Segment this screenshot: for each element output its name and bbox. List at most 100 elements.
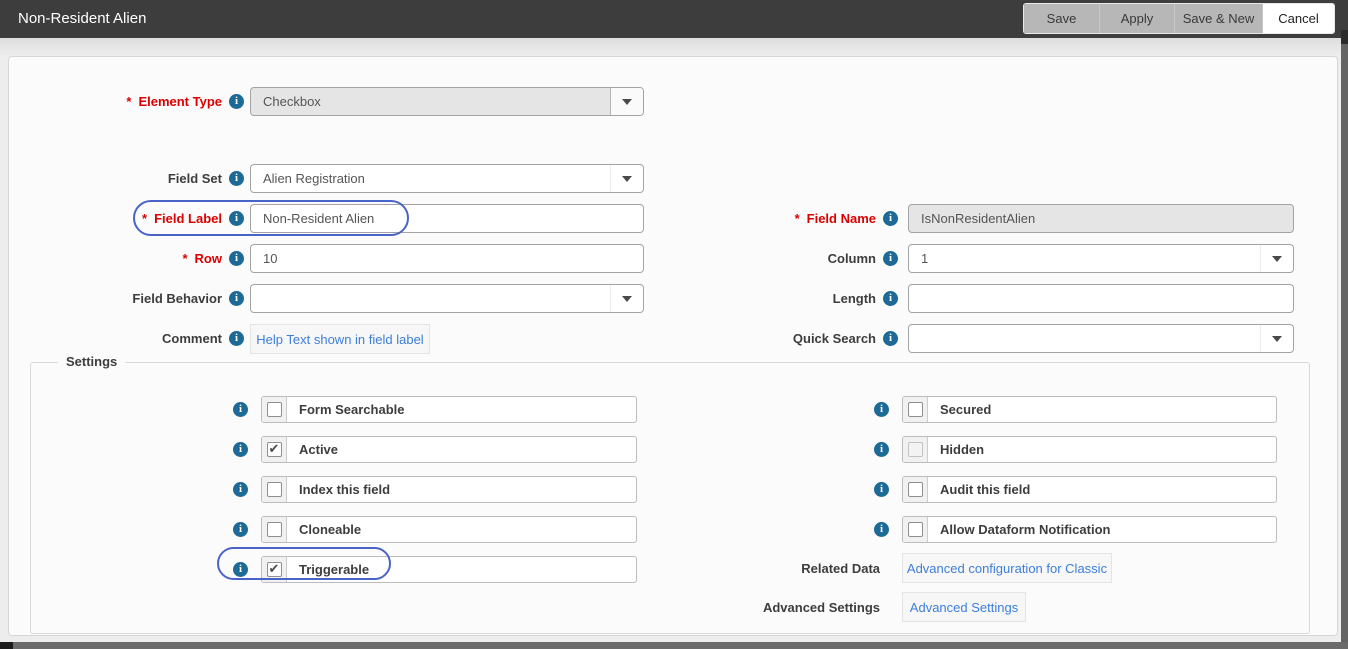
cancel-button[interactable]: Cancel — [1262, 4, 1334, 33]
caret-box — [610, 165, 643, 192]
info-icon[interactable] — [874, 402, 889, 417]
length-input[interactable] — [908, 284, 1294, 313]
active-row: Active — [261, 436, 637, 463]
length-label-cell: Length — [690, 284, 898, 313]
info-icon[interactable] — [233, 442, 248, 457]
field-set-selected-value: Alien Registration — [263, 165, 365, 192]
required-asterisk: * — [795, 211, 800, 226]
titlebar-actions: Save Apply Save & New Cancel — [1023, 3, 1335, 34]
header-shade — [0, 38, 1348, 58]
cloneable-row: Cloneable — [261, 516, 637, 543]
index-this-field-label: Index this field — [287, 477, 390, 502]
info-icon[interactable] — [883, 291, 898, 306]
info-icon[interactable] — [229, 331, 244, 346]
checkbox-cell — [903, 397, 928, 422]
caret-box — [610, 88, 643, 115]
page-title: Non-Resident Alien — [18, 0, 146, 38]
chevron-down-icon — [622, 99, 632, 105]
comment-help-text-button[interactable]: Help Text shown in field label — [250, 324, 430, 354]
field-behavior-select[interactable] — [250, 284, 644, 313]
index-this-field-checkbox[interactable] — [267, 482, 282, 497]
active-label: Active — [287, 437, 338, 462]
checkbox-cell — [262, 517, 287, 542]
info-icon[interactable] — [229, 211, 244, 226]
horizontal-scrollbar[interactable] — [0, 642, 1348, 649]
chevron-down-icon — [1272, 256, 1282, 262]
hidden-row: Hidden — [902, 436, 1277, 463]
required-asterisk: * — [126, 94, 131, 109]
vertical-scrollbar-track[interactable] — [1341, 30, 1348, 44]
field-label-label: Field Label — [154, 211, 222, 226]
element-type-select[interactable]: Checkbox — [250, 87, 644, 116]
column-select[interactable]: 1 — [908, 244, 1294, 273]
row-label: Row — [195, 251, 222, 266]
info-icon[interactable] — [233, 482, 248, 497]
info-icon[interactable] — [874, 442, 889, 457]
advanced-settings-label: Advanced Settings — [600, 592, 880, 622]
checkbox-cell — [262, 437, 287, 462]
allow-dataform-notification-checkbox[interactable] — [908, 522, 923, 537]
column-label: Column — [828, 251, 876, 266]
apply-button[interactable]: Apply — [1099, 4, 1174, 33]
required-asterisk: * — [142, 211, 147, 226]
cloneable-label: Cloneable — [287, 517, 361, 542]
caret-box — [1260, 245, 1293, 272]
info-icon[interactable] — [233, 522, 248, 537]
secured-label: Secured — [928, 397, 991, 422]
info-icon[interactable] — [883, 331, 898, 346]
info-icon[interactable] — [229, 171, 244, 186]
vertical-scrollbar[interactable] — [1341, 30, 1348, 649]
element-type-label-cell: * Element Type — [30, 87, 244, 116]
field-behavior-label: Field Behavior — [132, 291, 222, 306]
row-label-cell: * Row — [30, 244, 244, 273]
info-icon[interactable] — [883, 251, 898, 266]
audit-this-field-checkbox[interactable] — [908, 482, 923, 497]
hidden-label: Hidden — [928, 437, 984, 462]
checkbox-cell — [903, 437, 928, 462]
checkbox-cell — [262, 477, 287, 502]
secured-checkbox[interactable] — [908, 402, 923, 417]
chevron-down-icon — [622, 296, 632, 302]
index-this-field-row: Index this field — [261, 476, 637, 503]
cloneable-checkbox[interactable] — [267, 522, 282, 537]
checkbox-cell — [903, 517, 928, 542]
save-and-new-button[interactable]: Save & New — [1174, 4, 1262, 33]
info-icon[interactable] — [229, 291, 244, 306]
element-type-label: Element Type — [138, 94, 222, 109]
chevron-down-icon — [622, 176, 632, 182]
info-icon[interactable] — [229, 94, 244, 109]
advanced-configuration-for-classic-button[interactable]: Advanced configuration for Classic — [902, 553, 1112, 583]
field-name-label: Field Name — [807, 211, 876, 226]
form-searchable-label: Form Searchable — [287, 397, 405, 422]
element-type-selected-value: Checkbox — [263, 88, 321, 115]
form-searchable-checkbox[interactable] — [267, 402, 282, 417]
caret-box — [610, 285, 643, 312]
settings-legend: Settings — [58, 354, 125, 369]
field-label-input[interactable] — [250, 204, 644, 233]
active-checkbox[interactable] — [267, 442, 282, 457]
audit-this-field-label: Audit this field — [928, 477, 1030, 502]
required-asterisk: * — [182, 251, 187, 266]
info-icon[interactable] — [229, 251, 244, 266]
chevron-down-icon — [1272, 336, 1282, 342]
row-input[interactable] — [250, 244, 644, 273]
save-button[interactable]: Save — [1024, 4, 1099, 33]
checkbox-cell — [262, 557, 287, 582]
checkbox-cell — [262, 397, 287, 422]
triggerable-label: Triggerable — [287, 557, 369, 582]
info-icon[interactable] — [874, 482, 889, 497]
info-icon[interactable] — [233, 562, 248, 577]
info-icon[interactable] — [233, 402, 248, 417]
quick-search-select[interactable] — [908, 324, 1294, 353]
info-icon[interactable] — [883, 211, 898, 226]
checkbox-cell — [903, 477, 928, 502]
quick-search-label: Quick Search — [793, 331, 876, 346]
comment-label-cell: Comment — [30, 324, 244, 353]
triggerable-checkbox[interactable] — [267, 562, 282, 577]
allow-dataform-notification-row: Allow Dataform Notification — [902, 516, 1277, 543]
field-name-label-cell: * Field Name — [690, 204, 898, 233]
related-data-label: Related Data — [600, 553, 880, 583]
info-icon[interactable] — [874, 522, 889, 537]
field-set-select[interactable]: Alien Registration — [250, 164, 644, 193]
advanced-settings-button[interactable]: Advanced Settings — [902, 592, 1026, 622]
